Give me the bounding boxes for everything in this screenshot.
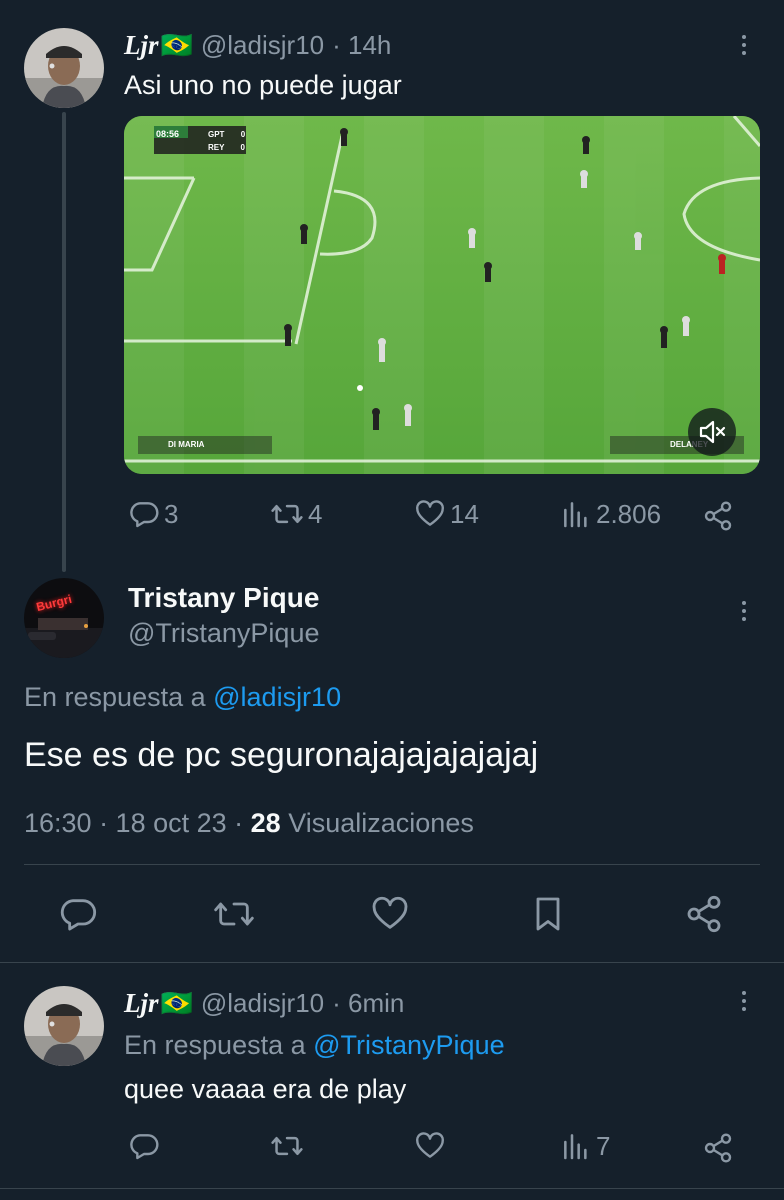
retweet-button[interactable] [212, 894, 256, 934]
views-label: Visualizaciones [288, 808, 474, 838]
views-action[interactable]: 7 [560, 1130, 610, 1162]
mute-button[interactable] [688, 408, 736, 456]
bookmark-button[interactable] [528, 894, 568, 934]
tweet-text: quee vaaaa era de play [124, 1074, 407, 1104]
user-handle[interactable]: @TristanyPique [128, 618, 319, 649]
bookmark-icon [536, 897, 560, 931]
like-button[interactable] [370, 894, 410, 934]
player-bar-left: DI MARIA [138, 436, 272, 454]
reply-context: En respuesta a @ladisjr10 [24, 682, 341, 713]
reply-to-link[interactable]: @ladisjr10 [213, 682, 341, 712]
reply-icon [130, 502, 159, 528]
share-icon [687, 895, 721, 933]
user-handle[interactable]: @ladisjr10 [201, 30, 324, 61]
retweet-icon [271, 504, 303, 524]
team2-score: 0 [240, 143, 245, 152]
player-left-name: DI MARIA [168, 440, 205, 449]
divider [24, 864, 760, 865]
tweet-text: Ese es de pc seguronajajajajajajaj [24, 736, 539, 774]
views-count: 28 [250, 808, 281, 838]
retweet-icon [271, 1136, 303, 1156]
reply-button[interactable] [58, 894, 98, 934]
more-options-icon[interactable] [732, 596, 756, 626]
more-options-icon[interactable] [732, 30, 756, 60]
scoreboard: 08:56 [156, 128, 179, 140]
tweet-meta: 16:30 · 18 oct 23 · 28 Visualizaciones [24, 808, 474, 839]
tweet-time[interactable]: · 14h [332, 30, 391, 61]
display-name[interactable]: Ljr [124, 30, 159, 61]
video-player[interactable]: 08:56 GPT 0 REY 0 DI MARIA DELANEY [124, 116, 760, 474]
avatar[interactable] [24, 986, 104, 1066]
share-icon [704, 1133, 732, 1163]
share-button[interactable] [684, 894, 724, 934]
reply-icon [60, 899, 96, 931]
views-action[interactable]: 2.806 [560, 498, 661, 530]
retweet-icon [214, 902, 254, 926]
retweet-action[interactable]: 4 [270, 498, 322, 530]
tweet-timestamp[interactable]: 16:30 · 18 oct 23 · [24, 808, 243, 838]
match-clock: 08:56 [156, 129, 180, 139]
like-action[interactable] [414, 1130, 446, 1162]
tweet-text: Asi uno no puede jugar [124, 70, 402, 100]
heart-icon [416, 500, 444, 526]
reply-prefix: En respuesta a [124, 1030, 314, 1060]
video-frame [124, 116, 760, 474]
reply-context: En respuesta a @TristanyPique [124, 1030, 505, 1061]
display-name[interactable]: Ljr [124, 988, 159, 1019]
more-options-icon[interactable] [732, 986, 756, 1016]
flag-emoji: 🇧🇷 [160, 988, 193, 1018]
reply-count: 3 [164, 498, 179, 529]
reply-icon [130, 1134, 159, 1160]
like-action[interactable]: 14 [414, 498, 479, 530]
thread-line [62, 112, 66, 572]
retweet-count: 4 [308, 498, 323, 529]
tweet-time[interactable]: · 6min [332, 988, 404, 1019]
share-action[interactable] [702, 500, 734, 532]
avatar[interactable] [24, 28, 104, 108]
heart-icon [416, 1132, 444, 1158]
divider [0, 962, 784, 963]
user-handle[interactable]: @ladisjr10 [201, 988, 324, 1019]
reply-prefix: En respuesta a [24, 682, 214, 712]
analytics-icon [564, 502, 587, 528]
team2-name: REY [208, 143, 225, 152]
reply-action[interactable]: 3 [128, 498, 178, 530]
reply-action[interactable] [128, 1130, 160, 1162]
like-count: 14 [450, 498, 479, 529]
reply-to-link[interactable]: @TristanyPique [313, 1030, 504, 1060]
team1-name: GPT [208, 130, 225, 139]
avatar[interactable]: Burgri [24, 578, 104, 658]
display-name[interactable]: Tristany Pique [128, 582, 319, 614]
views-count: 2.806 [596, 498, 662, 529]
scoreboard-teams: GPT 0 REY 0 [208, 128, 245, 154]
share-icon [704, 501, 732, 531]
share-action[interactable] [702, 1132, 734, 1164]
retweet-action[interactable] [270, 1130, 304, 1162]
speaker-muted-icon [699, 420, 726, 444]
flag-emoji: 🇧🇷 [160, 30, 193, 60]
divider [0, 1188, 784, 1189]
views-count: 7 [596, 1130, 611, 1161]
heart-icon [372, 896, 408, 929]
analytics-icon [564, 1134, 587, 1160]
team1-score: 0 [240, 130, 246, 139]
